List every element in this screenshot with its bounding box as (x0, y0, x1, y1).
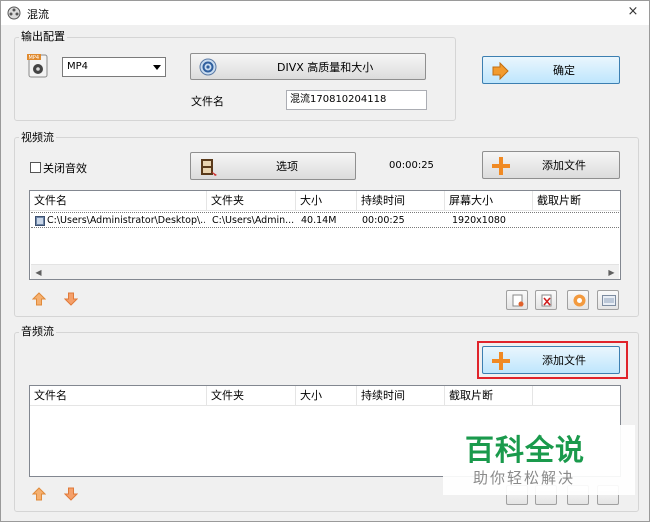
audio-col-size[interactable]: 大小 (296, 386, 357, 406)
highlight-box (477, 341, 628, 379)
video-row-name: C:\Users\Administrator\Desktop\... (47, 215, 205, 226)
output-config-legend: 输出配置 (19, 28, 67, 44)
plus-icon (492, 157, 510, 175)
quality-settings-label: DIVX 高质量和大小 (277, 60, 374, 74)
audio-move-up-icon[interactable] (32, 487, 46, 501)
video-list-header: 文件名 文件夹 大小 持续时间 屏幕大小 截取片断 (30, 191, 620, 211)
watermark-title: 百科全说 (465, 433, 586, 467)
audio-col-clip[interactable]: 截取片断 (445, 386, 533, 406)
video-add-item-button[interactable] (506, 290, 528, 310)
video-remove-item-button[interactable] (535, 290, 557, 310)
video-col-size[interactable]: 大小 (296, 191, 357, 211)
video-row-clip (538, 213, 618, 229)
video-row-folder: C:\Users\Admin... (212, 215, 295, 226)
arrow-right-icon (492, 62, 509, 80)
filename-input[interactable]: 混流170810204118 (286, 90, 427, 110)
video-duration: 00:00:25 (389, 160, 434, 171)
video-col-duration[interactable]: 持续时间 (357, 191, 445, 211)
video-list-row[interactable]: C:\Users\Administrator\Desktop\... C:\Us… (31, 212, 619, 228)
video-row-duration: 00:00:25 (362, 215, 405, 226)
mute-checkbox[interactable] (30, 162, 41, 173)
window-title: 混流 (27, 8, 49, 21)
video-stream-legend: 视频流 (19, 129, 56, 145)
filename-label: 文件名 (191, 95, 224, 108)
video-file-list[interactable]: 文件名 文件夹 大小 持续时间 屏幕大小 截取片断 C:\Users\Admin… (29, 190, 621, 280)
film-edit-icon (201, 159, 217, 176)
title-bar: 混流 × (1, 1, 649, 25)
video-col-folder[interactable]: 文件夹 (207, 191, 296, 211)
audio-col-duration[interactable]: 持续时间 (357, 386, 445, 406)
document-add-icon (512, 294, 524, 307)
window-properties-icon (602, 295, 616, 306)
app-film-icon (7, 6, 21, 20)
move-down-icon[interactable] (64, 292, 78, 306)
audio-move-down-icon[interactable] (64, 487, 78, 501)
play-icon (573, 294, 586, 307)
chevron-down-icon (153, 65, 161, 70)
audio-stream-legend: 音频流 (19, 323, 56, 339)
scroll-right-icon[interactable]: ▶ (604, 265, 619, 280)
close-button[interactable]: × (625, 4, 641, 20)
output-format-value: MP4 (67, 61, 89, 72)
video-col-clip[interactable]: 截取片断 (533, 191, 620, 211)
watermark-subtitle: 助你轻松解决 (473, 469, 576, 487)
watermark-overlay: 百科全说 助你轻松解决 (443, 425, 635, 495)
video-add-file-button[interactable]: 添加文件 (482, 151, 620, 179)
delete-icon (541, 294, 552, 307)
audio-list-header: 文件名 文件夹 大小 持续时间 截取片断 (30, 386, 620, 406)
output-format-select[interactable]: MP4 (62, 57, 166, 77)
move-up-icon[interactable] (32, 292, 46, 306)
mute-label: 关闭音效 (43, 162, 87, 175)
video-properties-button[interactable] (597, 290, 619, 310)
scroll-left-icon[interactable]: ◀ (31, 265, 46, 280)
mp4-file-icon: MP4 (27, 54, 48, 78)
svg-text:MP4: MP4 (29, 55, 40, 61)
video-row-size: 40.14M (301, 215, 337, 226)
video-file-icon (35, 216, 45, 226)
video-options-button[interactable]: 选项 (190, 152, 356, 180)
settings-gear-icon (199, 58, 217, 76)
video-list-hscrollbar[interactable]: ◀ ▶ (31, 264, 619, 279)
video-row-resolution: 1920x1080 (452, 215, 506, 226)
confirm-label: 确定 (553, 64, 575, 77)
video-col-name[interactable]: 文件名 (30, 191, 207, 211)
video-col-resolution[interactable]: 屏幕大小 (445, 191, 533, 211)
confirm-button[interactable]: 确定 (482, 56, 620, 84)
video-play-button[interactable] (567, 290, 589, 310)
video-add-file-label: 添加文件 (542, 159, 586, 172)
audio-col-folder[interactable]: 文件夹 (207, 386, 296, 406)
quality-settings-button[interactable]: DIVX 高质量和大小 (190, 53, 426, 80)
audio-col-name[interactable]: 文件名 (30, 386, 207, 406)
video-options-label: 选项 (276, 160, 298, 173)
main-window: 混流 × 输出配置 MP4 MP4 DIVX 高质量和大小 确定 文件名 混流1… (0, 0, 650, 522)
